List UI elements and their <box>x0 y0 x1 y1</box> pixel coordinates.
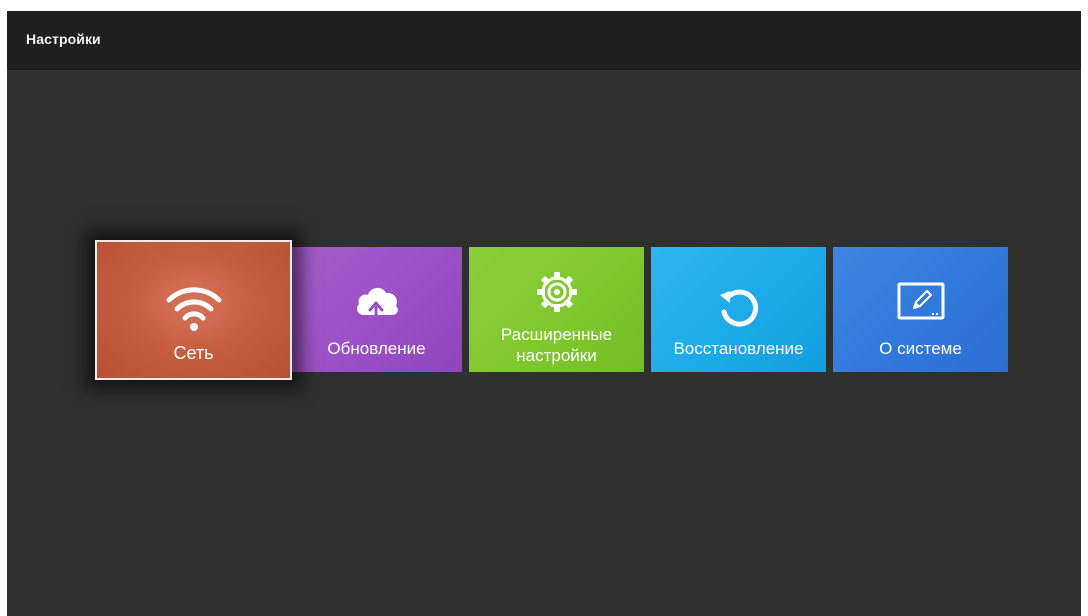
top-bar: Настройки <box>7 11 1081 70</box>
tile-restore[interactable]: Восстановление <box>651 247 826 372</box>
settings-screen: Настройки Сеть Обновление Расширенные на… <box>7 11 1081 616</box>
cloud-upload-icon <box>356 287 398 321</box>
restore-icon <box>719 289 758 327</box>
tile-restore-label: Восстановление <box>673 339 804 358</box>
tile-update[interactable]: Обновление <box>291 247 462 372</box>
tile-update-label: Обновление <box>327 339 426 358</box>
system-info-icon <box>897 282 944 320</box>
gear-icon <box>536 272 577 312</box>
tile-about-label: О системе <box>879 339 962 358</box>
tile-network-label: Сеть <box>173 343 214 363</box>
tile-about-system[interactable]: О системе <box>833 247 1008 372</box>
wifi-icon <box>166 287 221 331</box>
tile-advanced-label-line1: Расширенные <box>500 325 613 344</box>
tile-advanced-settings[interactable]: Расширенные настройки <box>469 247 644 372</box>
tile-network[interactable]: Сеть <box>95 240 292 380</box>
tile-advanced-label-line2: настройки <box>516 346 597 365</box>
page-title: Настройки <box>26 31 101 47</box>
